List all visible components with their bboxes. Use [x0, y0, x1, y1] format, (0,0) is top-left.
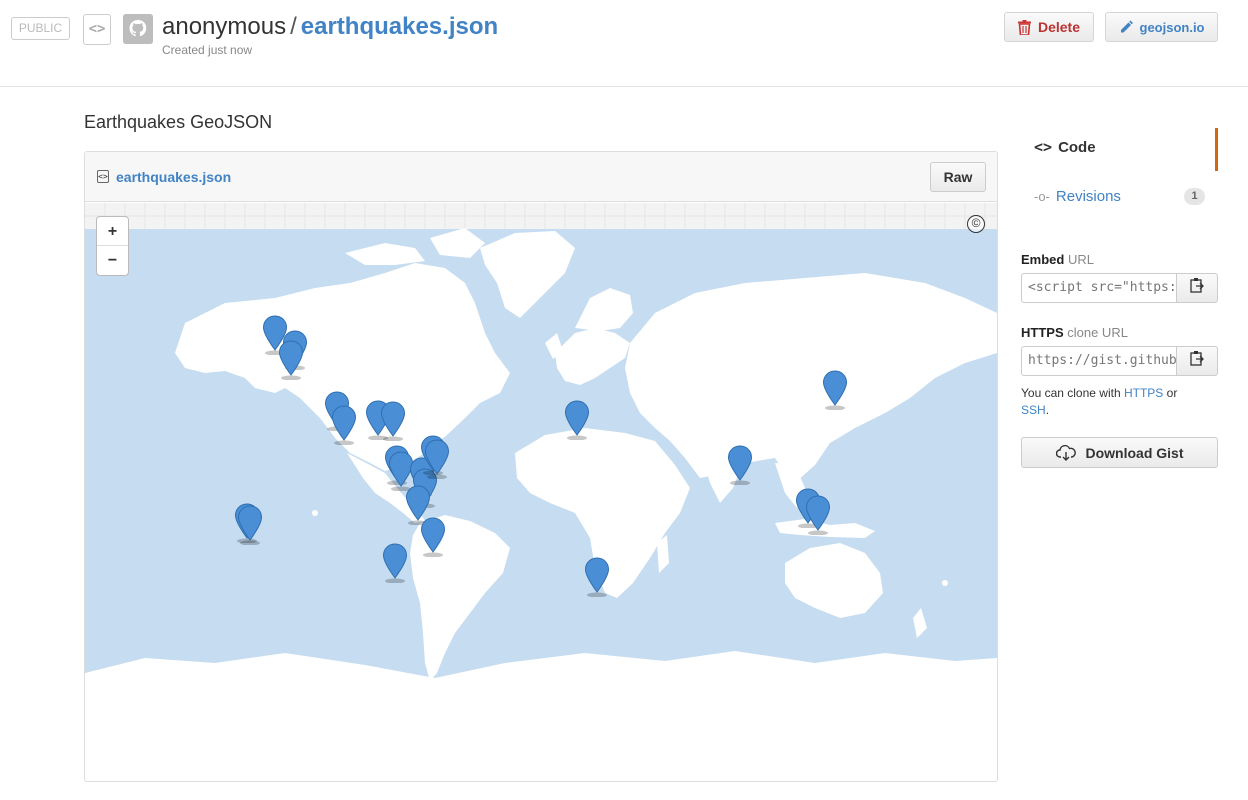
- embed-url-label: Embed URL: [1021, 252, 1094, 267]
- clone-note-suffix: .: [1045, 403, 1050, 417]
- owner-link[interactable]: anonymous: [162, 13, 286, 40]
- clipboard-icon: [1190, 278, 1204, 293]
- map-marker-icon[interactable]: [380, 401, 406, 442]
- octocat-icon: [123, 14, 153, 44]
- embed-copy-button[interactable]: [1176, 273, 1218, 303]
- tab-revisions[interactable]: -o- Revisions 1: [1021, 176, 1218, 218]
- gist-header: PUBLIC <> anonymous / earthquakes.json Cre…: [0, 0, 1248, 87]
- zoom-control: + −: [96, 216, 129, 276]
- gist-description: Earthquakes GeoJSON: [84, 112, 273, 132]
- code-icon: <>: [1034, 138, 1053, 156]
- page-title: anonymous / earthquakes.json: [162, 13, 498, 41]
- visibility-badge: PUBLIC: [11, 17, 70, 40]
- land: [85, 228, 997, 781]
- gist-name-link[interactable]: earthquakes.json: [301, 13, 498, 40]
- revisions-count: 1: [1184, 188, 1205, 205]
- embed-url-field[interactable]: <script src="https://gist.github.com/ano…: [1021, 273, 1177, 303]
- raw-button[interactable]: Raw: [930, 162, 986, 192]
- clone-note-middle: or: [1163, 386, 1178, 400]
- attribution-icon[interactable]: ©: [967, 215, 985, 233]
- map-marker-icon[interactable]: [727, 445, 753, 486]
- map-view[interactable]: + − ©: [85, 203, 997, 781]
- map-marker-icon[interactable]: [278, 340, 304, 381]
- geojson-io-button[interactable]: geojson.io: [1105, 12, 1218, 42]
- map-marker-icon[interactable]: [424, 439, 450, 480]
- gist-code-icon: <>: [83, 14, 111, 45]
- https-url-field[interactable]: https://gist.github.com/: [1021, 346, 1177, 376]
- geojson-io-label: geojson.io: [1139, 19, 1205, 35]
- download-gist-button[interactable]: Download Gist: [1021, 437, 1218, 468]
- clipboard-icon: [1190, 351, 1204, 366]
- delete-label: Delete: [1037, 19, 1081, 35]
- tab-code-label: Code: [1058, 139, 1096, 156]
- https-label-rest: clone URL: [1063, 325, 1128, 340]
- map-marker-icon[interactable]: [331, 405, 357, 446]
- tab-code[interactable]: <> Code: [1021, 128, 1218, 171]
- avatar[interactable]: [123, 14, 153, 44]
- world-map: [85, 203, 997, 781]
- map-marker-icon[interactable]: [805, 495, 831, 536]
- map-marker-icon[interactable]: [382, 543, 408, 584]
- clone-https-link[interactable]: HTTPS: [1124, 386, 1163, 400]
- map-marker-icon[interactable]: [822, 370, 848, 411]
- created-timestamp: Created just now: [162, 43, 253, 57]
- file-code-icon: <>: [97, 170, 109, 183]
- trash-icon: [1017, 19, 1031, 35]
- https-url-label: HTTPS clone URL: [1021, 325, 1128, 340]
- zoom-in-button[interactable]: +: [97, 217, 128, 246]
- title-separator: /: [290, 13, 297, 40]
- tab-revisions-label: Revisions: [1055, 188, 1121, 205]
- file-container: <> earthquakes.json Raw + − ©: [84, 151, 998, 782]
- embed-label-rest: URL: [1064, 252, 1094, 267]
- clone-note-prefix: You can clone with: [1021, 386, 1124, 400]
- map-marker-icon[interactable]: [237, 505, 263, 546]
- clone-note: You can clone with HTTPS or SSH.: [1021, 385, 1221, 419]
- pencil-icon: [1120, 20, 1133, 33]
- https-url-group: https://gist.github.com/: [1021, 346, 1218, 376]
- map-marker-icon[interactable]: [584, 557, 610, 598]
- https-label-bold: HTTPS: [1021, 325, 1064, 340]
- download-gist-label: Download Gist: [1085, 444, 1184, 461]
- cloud-download-icon: [1055, 444, 1076, 461]
- map-marker-icon[interactable]: [420, 517, 446, 558]
- file-header: <> earthquakes.json Raw: [85, 152, 997, 202]
- commit-icon: -o-: [1034, 189, 1050, 204]
- delete-button[interactable]: Delete: [1004, 12, 1094, 42]
- file-name-link[interactable]: earthquakes.json: [116, 169, 231, 185]
- map-marker-icon[interactable]: [564, 400, 590, 441]
- embed-url-group: <script src="https://gist.github.com/ano…: [1021, 273, 1218, 303]
- zoom-out-button[interactable]: −: [97, 246, 128, 275]
- embed-label-bold: Embed: [1021, 252, 1065, 267]
- https-copy-button[interactable]: [1176, 346, 1218, 376]
- clone-ssh-link[interactable]: SSH: [1021, 403, 1046, 417]
